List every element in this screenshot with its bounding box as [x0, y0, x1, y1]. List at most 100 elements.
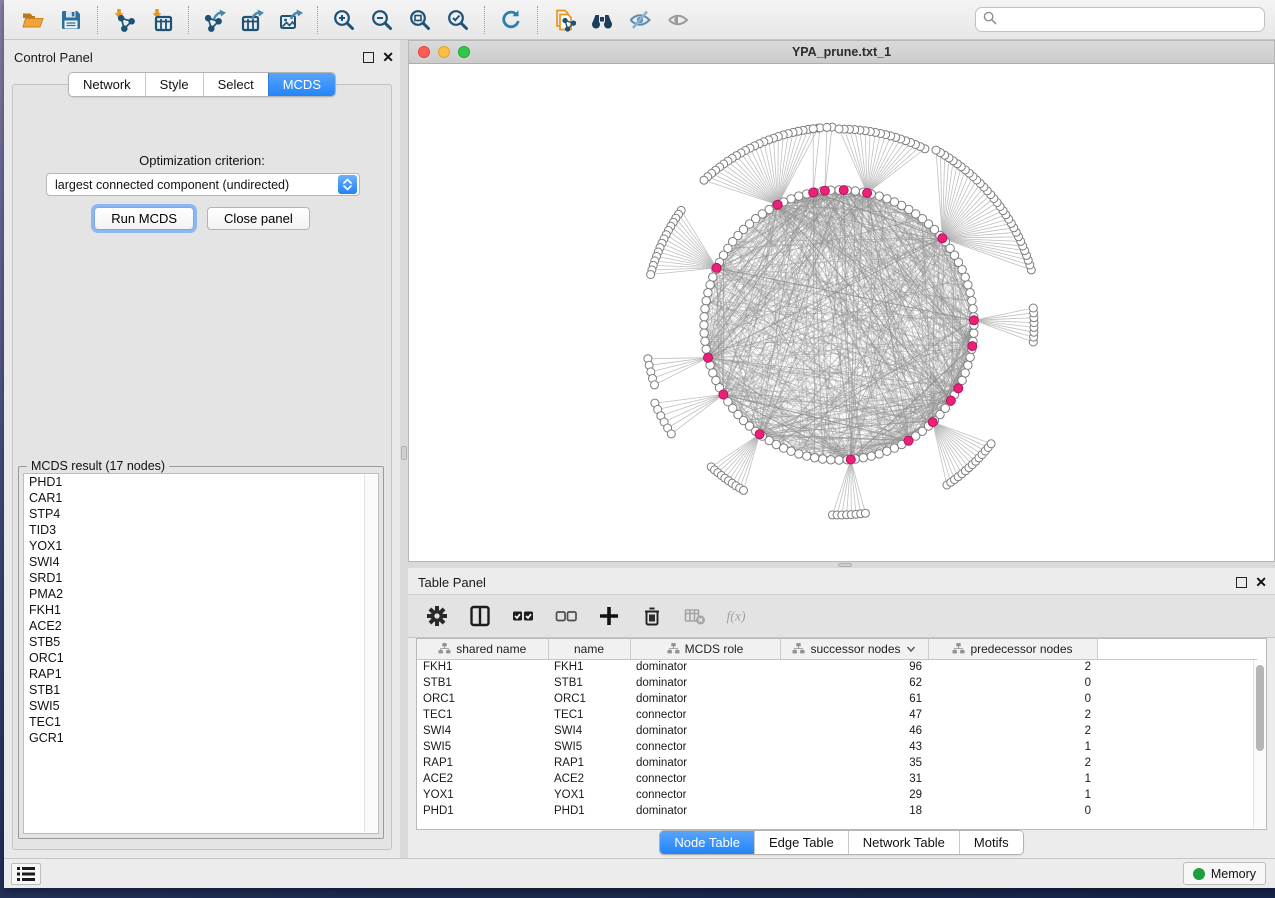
graph-node[interactable]: [700, 176, 708, 184]
cell-MCDS-role[interactable]: dominator: [630, 659, 780, 675]
cell-predecessor-nodes[interactable]: 1: [928, 787, 1097, 803]
delete-columns-button[interactable]: [639, 603, 665, 629]
mcds-result-item[interactable]: ORC1: [24, 650, 378, 666]
minimize-window-icon[interactable]: [438, 46, 450, 58]
cell-predecessor-nodes[interactable]: 2: [928, 755, 1097, 771]
cell-successor-nodes[interactable]: 62: [780, 675, 928, 691]
mcds-hub-node[interactable]: [704, 353, 713, 362]
float-panel-icon[interactable]: [1236, 577, 1247, 588]
close-window-icon[interactable]: [418, 46, 430, 58]
search-input[interactable]: [1002, 13, 1257, 27]
graph-node[interactable]: [701, 337, 709, 345]
mcds-result-item[interactable]: GCR1: [24, 730, 378, 746]
graph-node[interactable]: [875, 192, 883, 200]
cell-MCDS-role[interactable]: dominator: [630, 723, 780, 739]
column-header-MCDS-role[interactable]: MCDS role: [630, 639, 780, 659]
clone-network-button[interactable]: [545, 3, 583, 37]
mcds-hub-node[interactable]: [928, 418, 937, 427]
graph-node[interactable]: [700, 321, 708, 329]
column-header-successor-nodes[interactable]: successor nodes: [780, 639, 928, 659]
mcds-hub-node[interactable]: [904, 436, 913, 445]
close-panel-button[interactable]: Close panel: [207, 207, 310, 230]
graph-node[interactable]: [961, 369, 969, 377]
table-row[interactable]: YOX1YOX1connector291: [417, 787, 1257, 803]
mcds-hub-node[interactable]: [938, 234, 947, 243]
cell-shared-name[interactable]: PHD1: [417, 803, 548, 819]
mcds-hub-node[interactable]: [863, 189, 872, 198]
mcds-hub-node[interactable]: [773, 200, 782, 209]
show-preview-button[interactable]: [659, 3, 697, 37]
mcds-result-item[interactable]: PHD1: [24, 474, 378, 490]
table-row[interactable]: SWI4SWI4dominator462: [417, 723, 1257, 739]
cell-MCDS-role[interactable]: dominator: [630, 755, 780, 771]
open-button[interactable]: [14, 3, 52, 37]
graph-node[interactable]: [795, 192, 803, 200]
mcds-hub-node[interactable]: [755, 430, 764, 439]
mcds-hub-node[interactable]: [820, 186, 829, 195]
cell-MCDS-role[interactable]: connector: [630, 739, 780, 755]
mcds-list-scrollbar[interactable]: [364, 475, 377, 832]
column-header-name[interactable]: name: [548, 639, 630, 659]
tab-select[interactable]: Select: [203, 73, 268, 96]
cell-successor-nodes[interactable]: 29: [780, 787, 928, 803]
cell-predecessor-nodes[interactable]: 2: [928, 723, 1097, 739]
graph-node[interactable]: [700, 313, 708, 321]
float-panel-icon[interactable]: [363, 52, 374, 63]
save-button[interactable]: [52, 3, 90, 37]
cell-shared-name[interactable]: SWI4: [417, 723, 548, 739]
run-mcds-button[interactable]: Run MCDS: [94, 207, 194, 230]
tab-node-table[interactable]: Node Table: [660, 831, 754, 854]
tab-edge-table[interactable]: Edge Table: [754, 831, 848, 854]
zoom-out-button[interactable]: [363, 3, 401, 37]
graph-node[interactable]: [964, 361, 972, 369]
table-settings-button[interactable]: [424, 603, 450, 629]
cell-shared-name[interactable]: ORC1: [417, 691, 548, 707]
graph-node[interactable]: [835, 125, 843, 133]
table-row[interactable]: FKH1FKH1dominator962: [417, 659, 1257, 675]
cell-shared-name[interactable]: YOX1: [417, 787, 548, 803]
mcds-result-item[interactable]: TEC1: [24, 714, 378, 730]
cell-MCDS-role[interactable]: connector: [630, 787, 780, 803]
scrollbar-thumb[interactable]: [1256, 665, 1264, 751]
mcds-hub-node[interactable]: [968, 342, 977, 351]
cell-name[interactable]: FKH1: [548, 659, 630, 675]
splitter-grip[interactable]: [838, 563, 852, 567]
mcds-result-item[interactable]: STB5: [24, 634, 378, 650]
graph-node[interactable]: [740, 486, 748, 494]
graph-node[interactable]: [702, 297, 710, 305]
mcds-hub-node[interactable]: [846, 455, 855, 464]
graph-node[interactable]: [861, 509, 869, 517]
close-panel-icon[interactable]: ✕: [1255, 577, 1267, 588]
graph-node[interactable]: [851, 187, 859, 195]
graph-node[interactable]: [932, 146, 940, 154]
zoom-in-button[interactable]: [325, 3, 363, 37]
vertical-splitter[interactable]: [400, 40, 408, 858]
network-window-titlebar[interactable]: YPA_prune.txt_1: [409, 41, 1274, 64]
mcds-hub-node[interactable]: [946, 396, 955, 405]
mcds-result-item[interactable]: RAP1: [24, 666, 378, 682]
cell-predecessor-nodes[interactable]: 2: [928, 707, 1097, 723]
mcds-hub-node[interactable]: [954, 384, 963, 393]
table-row[interactable]: ORC1ORC1dominator610: [417, 691, 1257, 707]
mcds-result-item[interactable]: CAR1: [24, 490, 378, 506]
cell-successor-nodes[interactable]: 46: [780, 723, 928, 739]
cell-MCDS-role[interactable]: dominator: [630, 675, 780, 691]
zoom-fit-button[interactable]: [401, 3, 439, 37]
hide-labels-button[interactable]: [621, 3, 659, 37]
cell-successor-nodes[interactable]: 61: [780, 691, 928, 707]
cell-shared-name[interactable]: ACE2: [417, 771, 548, 787]
import-table-button[interactable]: [143, 3, 181, 37]
search-box[interactable]: [975, 7, 1265, 32]
mcds-result-item[interactable]: SWI5: [24, 698, 378, 714]
optimization-criterion-select[interactable]: largest connected component (undirected): [46, 173, 360, 196]
cell-name[interactable]: ORC1: [548, 691, 630, 707]
tab-style[interactable]: Style: [145, 73, 203, 96]
zoom-selected-button[interactable]: [439, 3, 477, 37]
cell-successor-nodes[interactable]: 35: [780, 755, 928, 771]
graph-node[interactable]: [827, 456, 835, 464]
cell-shared-name[interactable]: SWI5: [417, 739, 548, 755]
maximize-window-icon[interactable]: [458, 46, 470, 58]
cell-successor-nodes[interactable]: 31: [780, 771, 928, 787]
mcds-result-item[interactable]: ACE2: [24, 618, 378, 634]
search-network-button[interactable]: [583, 3, 621, 37]
